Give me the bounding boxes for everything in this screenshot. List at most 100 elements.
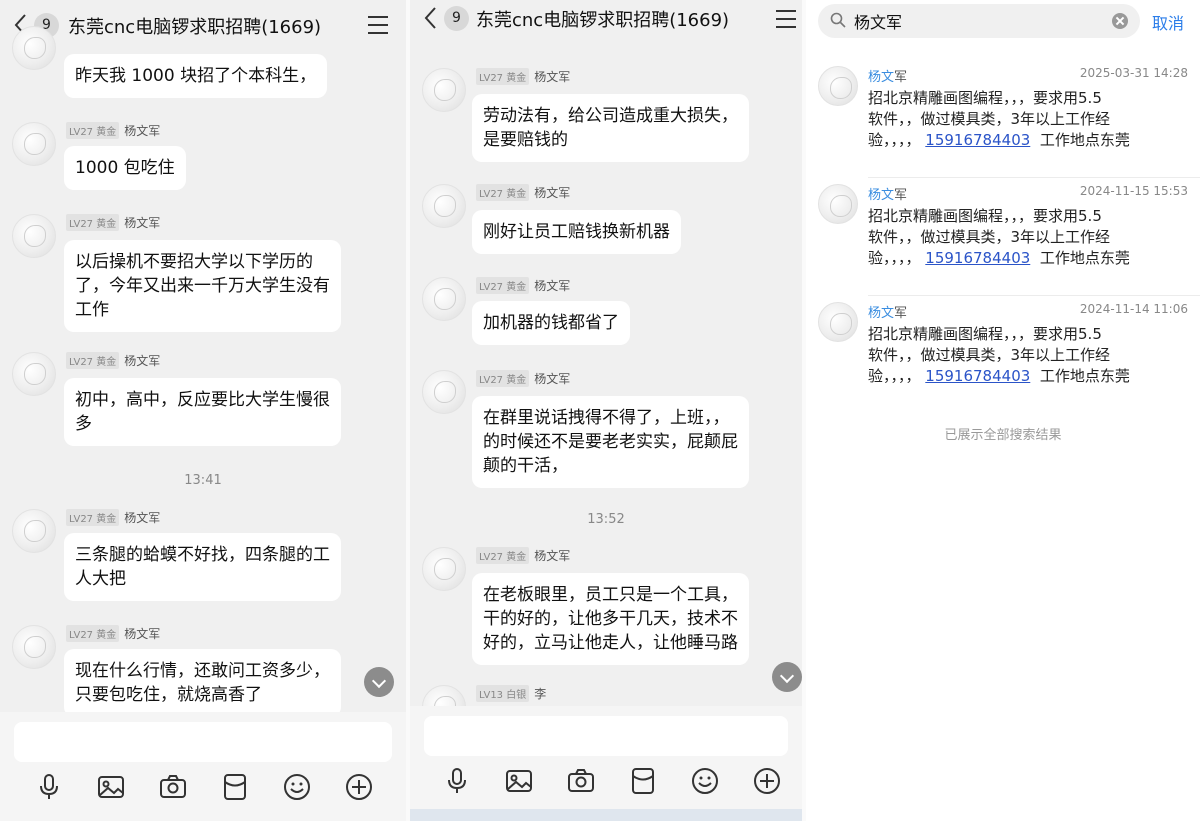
unread-count-badge: 9 — [444, 6, 469, 31]
message-meta: LV27 黄金 杨文军 — [66, 509, 160, 526]
search-icon — [830, 12, 846, 28]
avatar[interactable] — [12, 352, 56, 396]
sender-name: 杨文军 — [534, 279, 571, 293]
level-badge: LV13 白银 — [476, 685, 530, 702]
microphone-icon[interactable] — [442, 766, 472, 796]
level-badge: LV27 黄金 — [476, 277, 530, 294]
level-badge: LV27 黄金 — [476, 547, 530, 564]
message-meta: LV27 黄金 杨文军 — [66, 352, 161, 369]
taskbar-strip — [410, 809, 802, 821]
avatar[interactable] — [422, 277, 466, 321]
emoji-icon[interactable] — [690, 766, 720, 796]
message-bubble[interactable]: 以后操机不要招大学以下学历的 了，今年又出来一千万大学生没有 工作 — [64, 240, 341, 332]
level-badge: LV27 黄金 — [66, 214, 120, 231]
result-location: 工作地点东莞 — [1030, 249, 1130, 267]
avatar[interactable] — [422, 547, 466, 591]
emoji-icon[interactable] — [282, 772, 312, 802]
avatar[interactable] — [422, 370, 466, 414]
message-bubble[interactable]: 加机器的钱都省了 — [472, 301, 630, 345]
level-badge: LV27 黄金 — [66, 625, 120, 642]
image-icon[interactable] — [96, 772, 126, 802]
result-sender: 杨文军 — [868, 66, 907, 85]
chat-title: 东莞cnc电脑锣求职招聘(1669) — [68, 17, 322, 38]
message-meta: LV27 黄金 杨文军 — [66, 122, 161, 139]
level-badge: LV27 黄金 — [476, 68, 530, 85]
search-result[interactable]: 杨文军 2025-03-31 14:28 招北京精雕画图编程，，，要求用5.5 … — [806, 60, 1200, 178]
level-badge: LV27 黄金 — [476, 370, 530, 387]
time-separator: 13:41 — [184, 473, 222, 488]
time-separator: 13:52 — [587, 512, 625, 527]
search-result[interactable]: 杨文军 2024-11-14 11:06 招北京精雕画图编程，，，要求用5.5 … — [806, 296, 1200, 414]
chat-title: 东莞cnc电脑锣求职招聘(1669) — [476, 10, 730, 31]
avatar[interactable] — [12, 509, 56, 553]
result-timestamp: 2024-11-15 15:53 — [1079, 184, 1188, 198]
phone-link[interactable]: 15916784403 — [925, 249, 1030, 267]
camera-icon[interactable] — [158, 772, 188, 802]
menu-icon[interactable] — [368, 16, 388, 34]
phone-link[interactable]: 15916784403 — [925, 367, 1030, 385]
message-input[interactable] — [14, 722, 392, 762]
cancel-button[interactable]: 取消 — [1152, 10, 1184, 34]
sender-name: 杨文军 — [534, 70, 571, 84]
message-meta: LV27 黄金 杨文军 — [476, 68, 571, 85]
sender-highlight: 杨文 — [868, 306, 895, 321]
avatar[interactable] — [422, 68, 466, 112]
avatar[interactable] — [422, 184, 466, 228]
avatar[interactable] — [12, 214, 56, 258]
plus-icon[interactable] — [344, 772, 374, 802]
sender-highlight: 杨文 — [868, 188, 895, 203]
avatar[interactable] — [12, 26, 56, 70]
scroll-to-bottom-button[interactable] — [364, 667, 394, 697]
sender-rest: 军 — [894, 188, 908, 203]
image-icon[interactable] — [504, 766, 534, 796]
sender-highlight: 杨文 — [868, 70, 895, 85]
back-arrow-icon[interactable] — [422, 6, 440, 30]
red-packet-icon[interactable] — [628, 766, 658, 796]
message-bubble[interactable]: 在群里说话拽得不得了，上班，， 的时候还不是要老老实实，屁颠屁 颠的干活， — [472, 396, 749, 488]
avatar[interactable] — [12, 625, 56, 669]
sender-name: 杨文军 — [124, 627, 161, 641]
microphone-icon[interactable] — [34, 772, 64, 802]
sender-name: 杨文军 — [124, 354, 161, 368]
result-timestamp: 2024-11-14 11:06 — [1079, 302, 1188, 316]
search-bar[interactable] — [818, 4, 1140, 38]
message-meta: LV27 黄金 杨文军 — [476, 184, 570, 201]
plus-icon[interactable] — [752, 766, 782, 796]
message-input[interactable] — [424, 716, 788, 756]
message-bubble[interactable]: 劳动法有，给公司造成重大损失， 是要赔钱的 — [472, 94, 749, 162]
camera-icon[interactable] — [566, 766, 596, 796]
message-bubble[interactable]: 在老板眼里，员工只是一个工具， 干的好的，让他多干几天，技术不 好的，立马让他走… — [472, 573, 749, 665]
message-bubble[interactable]: 三条腿的蛤蟆不好找，四条腿的工 人大把 — [64, 533, 341, 601]
result-sender: 杨文军 — [868, 184, 907, 203]
message-bubble[interactable]: 初中，高中，反应要比大学生慢很 多 — [64, 378, 341, 446]
sender-name: 杨文军 — [534, 549, 571, 563]
sender-rest: 军 — [894, 70, 908, 85]
sender-name: 杨文军 — [124, 124, 161, 138]
sender-name: 杨文军 — [534, 372, 571, 386]
message-meta: LV13 白银李 — [476, 685, 546, 702]
results-footer: 已展示全部搜索结果 — [944, 428, 1062, 443]
message-bubble[interactable]: 1000 包吃住 — [64, 146, 186, 190]
scroll-to-bottom-button[interactable] — [772, 662, 802, 692]
result-location: 工作地点东莞 — [1030, 367, 1130, 385]
search-input[interactable] — [854, 10, 1104, 32]
phone-link[interactable]: 15916784403 — [925, 131, 1030, 149]
level-badge: LV27 黄金 — [66, 509, 120, 526]
sender-rest: 军 — [894, 306, 908, 321]
input-toolbar — [410, 766, 802, 802]
menu-icon[interactable] — [776, 10, 796, 28]
input-area — [0, 712, 406, 821]
red-packet-icon[interactable] — [220, 772, 250, 802]
chat-panel-left: 9 东莞cnc电脑锣求职招聘(1669) 昨天我 1000 块招了个本科生， L… — [0, 0, 406, 821]
clear-icon[interactable] — [1112, 13, 1128, 29]
sender-name: 杨文军 — [124, 216, 161, 230]
chat-panel-middle: 9 东莞cnc电脑锣求职招聘(1669) LV27 黄金 杨文军 劳动法有，给公司… — [410, 0, 802, 821]
result-sender: 杨文军 — [868, 302, 907, 321]
message-bubble[interactable]: 现在什么行情，还敢问工资多少， 只要包吃住，就烧高香了 — [64, 649, 341, 717]
avatar[interactable] — [12, 122, 56, 166]
result-text: 招北京精雕画图编程，，，要求用5.5 软件，，做过模具类，3年以上工作经 验，，… — [868, 88, 1178, 151]
search-result[interactable]: 杨文军 2024-11-15 15:53 招北京精雕画图编程，，，要求用5.5 … — [806, 178, 1200, 296]
input-toolbar — [0, 772, 406, 808]
message-bubble[interactable]: 刚好让员工赔钱换新机器 — [472, 210, 681, 254]
message-bubble[interactable]: 昨天我 1000 块招了个本科生， — [64, 54, 328, 98]
